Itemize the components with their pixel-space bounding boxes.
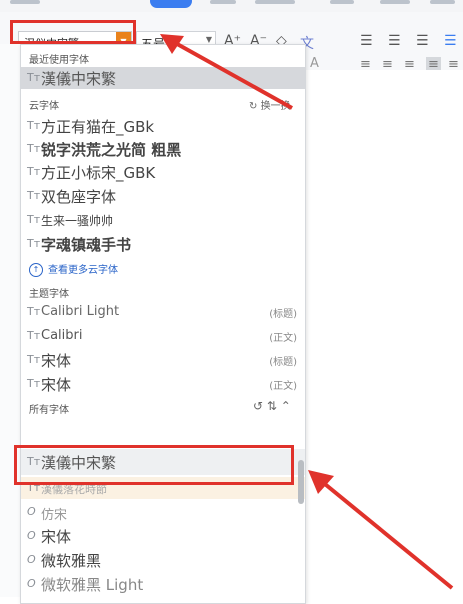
theme-font-item[interactable]: Tᴛ Calibri Light (标题) [21,301,305,323]
outdent-icon[interactable]: ☰ [444,33,457,49]
refresh-icon: ↻ [249,101,261,112]
ribbon-tab-blur [330,0,354,4]
opentype-icon: O [27,529,36,542]
ribbon-tab-blur [380,0,410,4]
font-tt-icon: Tᴛ [27,142,41,155]
font-name: 仿宋 [41,508,68,523]
more-cloud-fonts-link[interactable]: ↑ 查看更多云字体 [29,261,118,277]
font-tt-icon: Tᴛ [27,353,41,366]
document-area [306,70,463,597]
cloud-font-item[interactable]: Tᴛ 生来一骚帅帅 [21,209,305,231]
selected-font-highlight [14,445,294,485]
all-font-item[interactable]: O 宋体 [21,525,305,547]
indent-icon[interactable]: ☰ [416,33,429,49]
cloud-font-item[interactable]: Tᴛ 字魂镇魂手书 [21,233,305,255]
sort-fonts-icon[interactable]: ↺ ⇅ ⌃ [253,399,291,413]
font-name: 方正有猫在_GBk [41,118,155,136]
dropdown-scrollbar-thumb[interactable] [298,460,304,504]
refresh-label: 换一换 [260,101,291,112]
opentype-icon: O [27,577,36,590]
theme-font-item[interactable]: Tᴛ Calibri (正文) [21,325,305,347]
font-name: 漢儀中宋繁 [41,70,117,88]
font-name: Calibri Light [41,304,120,319]
recent-fonts-header: 最近使用字体 [29,55,89,66]
font-tt-icon: Tᴛ [27,213,41,226]
font-name: 微软雅黑 [41,552,102,570]
font-name: 宋体 [41,528,72,546]
font-role-tag: (正文) [269,381,297,392]
font-role-tag: (标题) [269,309,297,320]
font-dropdown-panel: 最近使用字体 Tᴛ 漢儀中宋繁 云字体 ↻ 换一换 Tᴛ 方正有猫在_GBk T… [20,44,306,604]
ribbon-tab-blur [10,0,40,4]
cloud-font-item[interactable]: Tᴛ 方正小标宋_GBK [21,161,305,183]
all-font-item[interactable]: O 微软雅黑 [21,549,305,571]
font-tt-icon: Tᴛ [27,237,41,250]
all-font-item[interactable]: O 仿宋 [21,501,305,523]
cloud-fonts-header: 云字体 [29,101,59,112]
bullet-list-icon[interactable]: ☰ [360,33,373,49]
left-margin-area [0,44,20,597]
opentype-icon: O [27,505,36,518]
chevron-down-icon[interactable]: ▼ [206,35,212,44]
ribbon-tab-blur [210,0,236,4]
theme-font-item[interactable]: Tᴛ 宋体 (标题) [21,349,305,371]
ribbon-tab-blur [255,0,295,4]
theme-fonts-header: 主题字体 [29,289,69,300]
font-tt-icon: Tᴛ [27,165,41,178]
font-name: Calibri [41,328,83,343]
cloud-font-item[interactable]: Tᴛ 双色座字体 [21,185,305,207]
font-tt-icon: Tᴛ [27,71,41,84]
opentype-icon: O [27,553,36,566]
font-role-tag: (标题) [269,357,297,368]
font-tt-icon: Tᴛ [27,305,41,318]
font-name: 宋体 [41,352,72,370]
theme-font-item[interactable]: Tᴛ 宋体 (正文) [21,373,305,395]
font-name: 方正小标宋_GBK [41,164,156,182]
refresh-cloud-fonts-button[interactable]: ↻ 换一换 [249,97,291,112]
more-cloud-fonts-label: 查看更多云字体 [48,265,118,276]
font-name: 生来一骚帅帅 [41,214,114,228]
cloud-font-item[interactable]: Tᴛ 锐字洪荒之光简 粗黑 [21,138,305,160]
text-style-icon[interactable]: A [310,56,319,71]
font-tt-icon: Tᴛ [27,329,41,342]
font-tt-icon: Tᴛ [27,189,41,202]
number-list-icon[interactable]: ☰ [388,33,401,49]
font-tt-icon: Tᴛ [27,119,41,132]
recent-font-item[interactable]: Tᴛ 漢儀中宋繁 [21,67,305,89]
font-name: 微软雅黑 Light [41,576,144,594]
cloud-icon: ↑ [29,263,43,277]
font-tt-icon: Tᴛ [27,377,41,390]
all-font-item[interactable]: O 微软雅黑 Light [21,573,305,595]
font-combo-highlight [10,20,136,44]
font-name: 字魂镇魂手书 [41,236,132,254]
font-name: 双色座字体 [41,188,117,206]
ribbon-tab-blur [430,0,455,4]
font-role-tag: (正文) [269,333,297,344]
cloud-font-item[interactable]: Tᴛ 方正有猫在_GBk [21,115,305,137]
active-ribbon-tab[interactable] [150,0,192,8]
all-fonts-header: 所有字体 [29,405,69,416]
font-name: 宋体 [41,376,72,394]
font-name: 锐字洪荒之光简 粗黑 [41,141,182,159]
ribbon-tab-strip [0,0,463,12]
